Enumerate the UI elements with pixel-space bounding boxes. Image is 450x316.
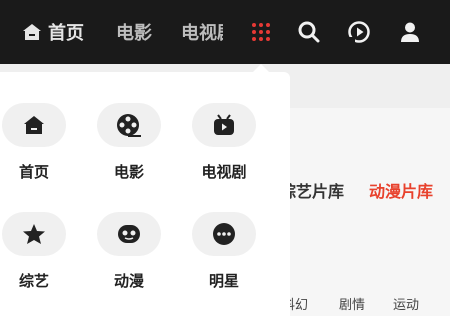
menu-item-movie[interactable]: 电影 xyxy=(89,103,169,182)
film-reel-icon xyxy=(97,103,161,147)
user-icon[interactable] xyxy=(398,20,422,44)
menu-item-home[interactable]: 首页 xyxy=(0,103,74,182)
menu-item-label: 明星 xyxy=(208,272,239,290)
home-icon xyxy=(22,23,42,41)
nav-tv-label: 电视剧 xyxy=(181,23,223,44)
search-icon[interactable] xyxy=(297,20,321,44)
top-nav-bar: 首页 电影 电视剧 xyxy=(0,0,450,64)
play-history-icon[interactable] xyxy=(347,20,371,44)
nav-home-label: 首页 xyxy=(48,23,84,44)
nav-movie[interactable]: 电影 xyxy=(116,0,152,64)
menu-item-tv[interactable]: 电视剧 xyxy=(184,103,264,182)
star-icon xyxy=(2,212,66,256)
menu-item-label: 电视剧 xyxy=(201,163,247,181)
tab-anime-library[interactable]: 动漫片库 xyxy=(369,178,433,202)
anime-face-icon xyxy=(97,212,161,256)
menu-item-label: 电影 xyxy=(113,163,144,181)
menu-item-label: 动漫 xyxy=(113,272,144,290)
menu-item-star[interactable]: 明星 xyxy=(184,212,264,291)
nav-movie-label: 电影 xyxy=(116,23,152,44)
menu-item-variety[interactable]: 综艺 xyxy=(0,212,74,291)
nav-tv[interactable]: 电视剧 xyxy=(181,0,223,64)
menu-item-label: 首页 xyxy=(18,163,49,181)
tv-icon xyxy=(192,103,256,147)
more-dots-icon xyxy=(192,212,256,256)
genre-drama[interactable]: 剧情 xyxy=(339,294,365,313)
menu-item-label: 综艺 xyxy=(18,272,49,290)
dropdown-caret xyxy=(253,64,269,72)
genre-sport[interactable]: 运动 xyxy=(393,294,419,313)
nav-home[interactable]: 首页 xyxy=(22,0,84,64)
menu-item-anime[interactable]: 动漫 xyxy=(89,212,169,291)
home-icon xyxy=(2,103,66,147)
grid-menu-icon[interactable] xyxy=(249,20,273,44)
